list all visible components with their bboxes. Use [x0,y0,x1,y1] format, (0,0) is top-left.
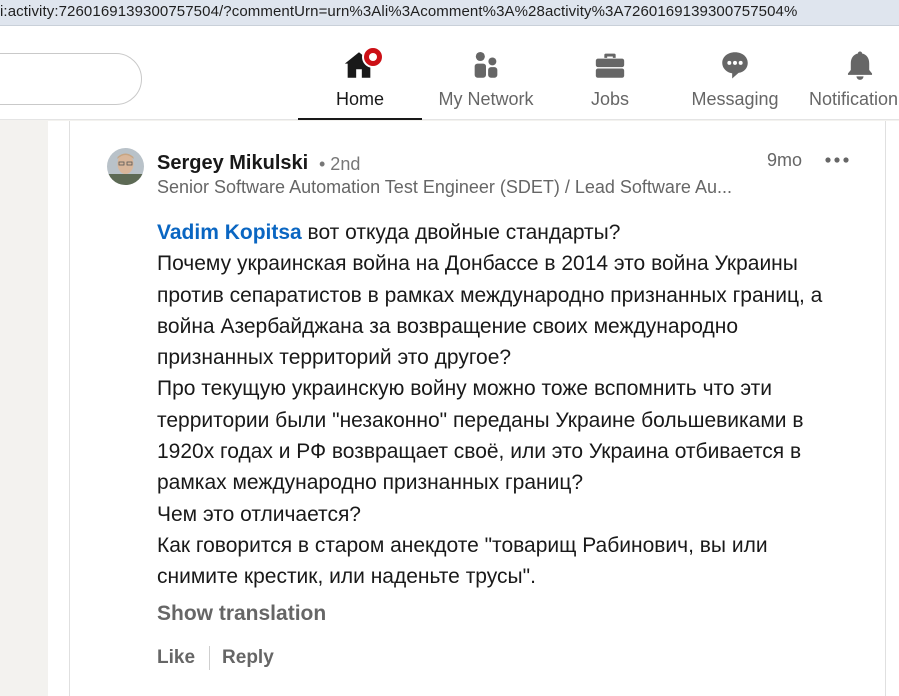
comment-line: война Азербайджана за возвращение своих … [157,314,739,338]
nav-jobs[interactable]: Jobs [560,26,660,120]
nav-messaging[interactable]: Messaging [684,26,786,120]
comment-timestamp: 9mo [767,150,803,170]
nav-notifications[interactable]: Notification [805,26,899,120]
comment-actions: Like Reply [157,646,274,670]
comment-line: снимите крестик, или наденьте трусы". [157,565,536,589]
like-button[interactable]: Like [157,647,195,668]
author-headline: Senior Software Automation Test Engineer… [157,177,732,197]
comment-line: Чем это отличается? [157,502,361,526]
comment-author-name[interactable]: Sergey Mikulski [157,152,308,175]
nav-my-network[interactable]: My Network [430,26,542,120]
comment-line: 1920х годах и РФ возвращает своё, или эт… [157,440,802,464]
more-options-button[interactable] [824,147,850,173]
nav-home-label: Home [335,89,384,109]
show-translation-button[interactable]: Show translation [157,602,326,626]
comment-line: рамках международно признанных границ? [157,471,584,495]
profile-photo [107,148,144,185]
comment-line: Про текущую украинскую войну можно тоже … [157,377,773,401]
avatar[interactable] [107,148,144,185]
mention-link[interactable]: Vadim Kopitsa [157,221,302,244]
comment-body: Vadim Kopitsa вот откуда двойные стандар… [157,217,867,593]
people-icon [474,51,498,78]
comment-line: Почему украинская война на Донбассе в 20… [157,252,798,276]
search-input[interactable] [0,53,142,105]
connection-degree: • 2nd [319,154,361,174]
comment-line: Как говорится в старом анекдоте "товарищ… [157,533,768,557]
browser-address-bar[interactable]: i:activity:7260169139300757504/?commentU… [0,0,899,26]
nav-jobs-label: Jobs [590,89,630,109]
comment-line: против сепаратистов в рамках международн… [157,283,823,307]
url-text[interactable]: i:activity:7260169139300757504/?commentU… [0,3,797,20]
comment-line: Vadim Kopitsa вот откуда двойные стандар… [157,217,867,248]
ellipsis-icon [825,157,849,163]
active-tab-indicator [298,118,422,120]
chat-icon [722,52,748,79]
comment-line: территории были "незаконно" переданы Укр… [157,408,804,432]
nav-notifications-label: Notification [809,89,899,109]
notification-badge [362,46,384,68]
reply-button[interactable]: Reply [222,647,274,668]
top-navigation: Home My Network Jobs Messaging Notificat… [0,26,899,120]
comment-line-text: вот откуда двойные стандарты? [301,221,621,244]
nav-my-network-label: My Network [438,89,534,109]
nav-home[interactable]: Home [298,26,422,120]
comment-line: признанных территорий это другое? [157,346,512,370]
nav-messaging-label: Messaging [691,89,779,109]
bell-icon [847,51,873,80]
action-divider [209,646,211,670]
briefcase-icon [595,53,625,78]
